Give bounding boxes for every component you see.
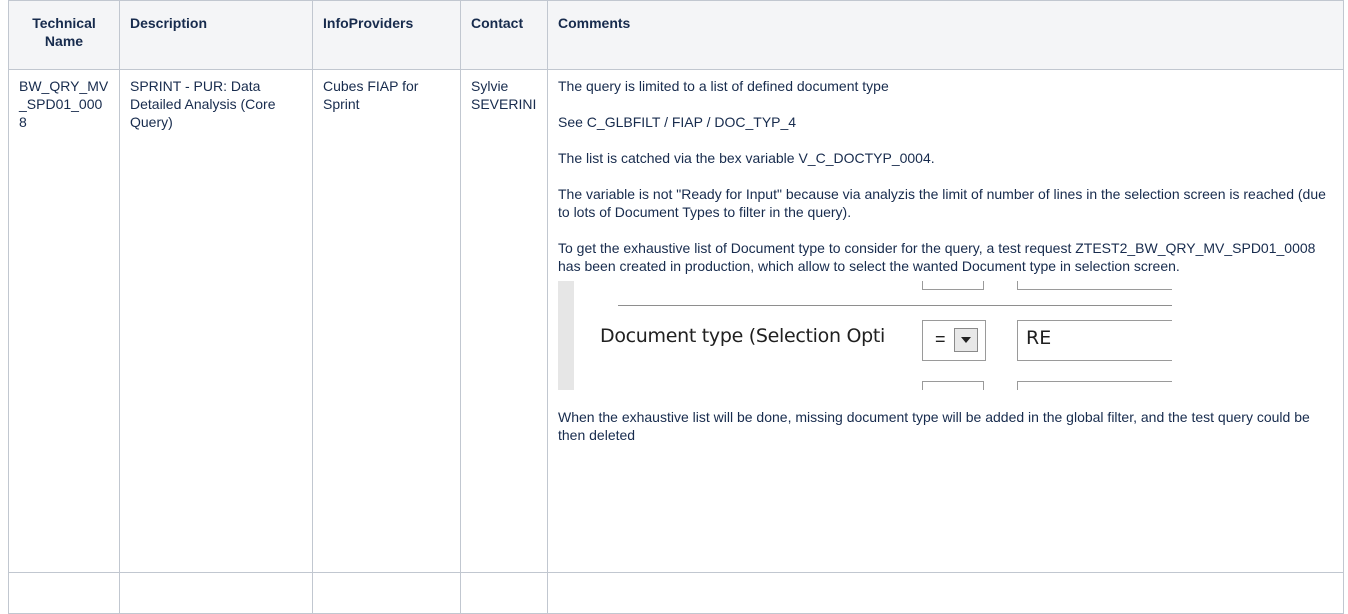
comment-paragraph: The variable is not "Ready for Input" be… (558, 186, 1326, 220)
comment-paragraph: See C_GLBFILT / FIAP / DOC_TYP_4 (558, 114, 797, 130)
comment-paragraph: When the exhaustive list will be done, m… (558, 409, 1310, 443)
comment-paragraph: To get the exhaustive list of Document t… (558, 240, 1316, 274)
header-contact: Contact (460, 0, 548, 70)
operator-box-above (922, 281, 984, 290)
empty-cell (8, 572, 120, 614)
embedded-selection-screenshot: Document type (Selection Opti = RE (558, 281, 1172, 390)
operator-value: = (935, 329, 946, 349)
empty-cell (119, 572, 313, 614)
comment-paragraph: The query is limited to a list of define… (558, 78, 889, 94)
dropdown-button (954, 328, 978, 352)
value-text: RE (1026, 327, 1052, 349)
operator-box-below (922, 381, 984, 390)
cell-description: SPRINT - PUR: Data Detailed Analysis (Co… (119, 69, 313, 573)
header-infoproviders: InfoProviders (312, 0, 461, 70)
table-row: BW_QRY_MV_SPD01_0008 SPRINT - PUR: Data … (8, 69, 1344, 573)
chevron-down-icon (961, 337, 971, 343)
comment-paragraph: The list is catched via the bex variable… (558, 150, 935, 166)
cell-infoproviders: Cubes FIAP for Sprint (312, 69, 461, 573)
document-table: Technical Name Description InfoProviders… (8, 0, 1344, 614)
table-row-empty (8, 572, 1344, 614)
empty-cell (460, 572, 548, 614)
cell-technical-name: BW_QRY_MV_SPD01_0008 (8, 69, 120, 573)
cell-contact: Sylvie SEVERINI (460, 69, 548, 573)
header-row: Technical Name Description InfoProviders… (8, 0, 1344, 70)
header-description: Description (119, 0, 313, 70)
operator-select: = (922, 320, 986, 361)
value-box-above (1017, 281, 1172, 290)
header-technical-name: Technical Name (8, 0, 120, 70)
value-box-below (1017, 381, 1172, 390)
selection-label: Document type (Selection Opti (600, 325, 886, 347)
empty-cell (547, 572, 1344, 614)
value-input: RE (1017, 320, 1172, 361)
divider (618, 305, 1172, 306)
header-comments: Comments (547, 0, 1344, 70)
cell-comments: The query is limited to a list of define… (547, 69, 1344, 573)
empty-cell (312, 572, 461, 614)
